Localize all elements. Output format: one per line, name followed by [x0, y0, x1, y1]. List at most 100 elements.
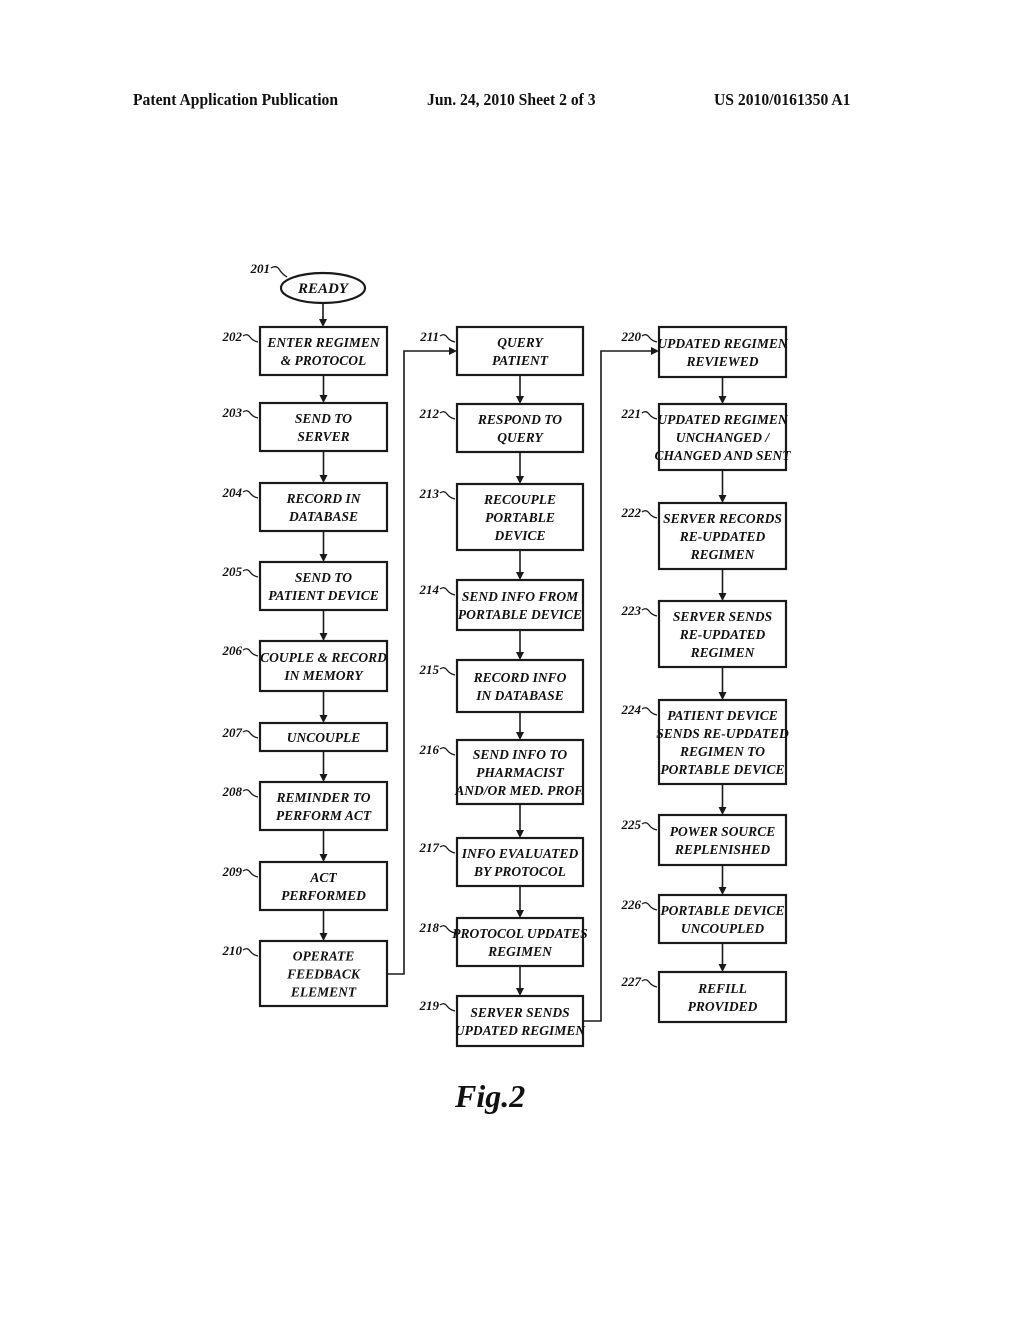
reference-number: 202: [222, 329, 243, 344]
connector-line: [583, 350, 653, 1022]
arrow-head-icon: [319, 933, 328, 941]
reference-number: 215: [419, 662, 440, 677]
reference-number: 227: [621, 974, 642, 989]
leader-line: [242, 648, 259, 657]
step-box-227: [657, 970, 788, 1024]
arrow-head-icon: [516, 572, 524, 580]
reference-number: 207: [222, 725, 243, 740]
leader-line: [439, 845, 456, 854]
step-label: RESPOND TO: [477, 412, 562, 427]
reference-number: 211: [419, 329, 439, 344]
step-label: FEEDBACK: [286, 967, 361, 982]
step-label: RECORD IN: [286, 491, 362, 506]
arrow-head-icon: [516, 652, 524, 660]
step-box-206: [258, 639, 389, 693]
reference-number: 223: [621, 603, 642, 618]
leader-line: [242, 410, 259, 419]
step-label: PERFORMED: [281, 888, 366, 903]
leader-line: [439, 747, 456, 756]
step-label: SENDS RE-UPDATED: [656, 726, 789, 741]
step-label: PORTABLE: [485, 510, 555, 525]
reference-number: 225: [621, 817, 642, 832]
step-label: PATIENT DEVICE: [667, 708, 777, 723]
step-label: & PROTOCOL: [281, 353, 367, 368]
step-label: SERVER RECORDS: [663, 511, 782, 526]
reference-number: 220: [621, 329, 642, 344]
arrow-head-icon: [718, 887, 727, 895]
leader-line: [641, 334, 658, 343]
step-label: PHARMACIST: [476, 765, 565, 780]
arrow-head-icon: [319, 715, 328, 723]
step-label: UNCOUPLE: [287, 730, 361, 745]
arrow-head-icon: [319, 554, 328, 562]
step-label: OPERATE: [293, 949, 355, 964]
step-label: UPDATED REGIMEN: [657, 412, 788, 427]
step-label: INFO EVALUATED: [461, 846, 579, 861]
step-label: UPDATED REGIMEN: [455, 1023, 586, 1038]
arrow-head-icon: [718, 495, 727, 503]
step-label: UPDATED REGIMEN: [657, 336, 788, 351]
leader-line: [242, 334, 259, 343]
step-label: SEND TO: [295, 570, 352, 585]
reference-number: 221: [621, 406, 642, 421]
arrow-head-icon: [516, 396, 524, 404]
step-label: REGIMEN: [690, 645, 756, 660]
leader-line: [641, 822, 658, 831]
reference-number: 206: [222, 643, 243, 658]
step-label: REMINDER TO: [276, 790, 371, 805]
step-label: UNCHANGED /: [676, 430, 771, 445]
arrow-head-icon: [718, 964, 727, 972]
arrow-head-icon: [516, 732, 524, 740]
arrow-head-icon: [516, 988, 524, 996]
arrow-head-icon: [718, 396, 727, 404]
reference-number: 205: [222, 564, 243, 579]
step-label: SERVER SENDS: [673, 609, 772, 624]
reference-number: 201: [250, 261, 271, 276]
reference-number: 203: [222, 405, 243, 420]
leader-line: [242, 789, 259, 798]
leader-line: [439, 667, 456, 676]
step-label: ACT: [309, 870, 337, 885]
step-box-225: [657, 813, 788, 867]
step-label: UNCOUPLED: [681, 921, 764, 936]
reference-number: 212: [419, 406, 440, 421]
reference-number: 222: [621, 505, 642, 520]
leader-line: [641, 902, 658, 911]
leader-line: [242, 569, 259, 578]
leader-line: [242, 869, 259, 878]
leader-line: [641, 510, 658, 519]
arrow-head-icon: [319, 633, 328, 641]
step-box-215: [455, 658, 585, 714]
step-label: REVIEWED: [685, 354, 758, 369]
arrow-head-icon: [319, 475, 328, 483]
arrow-head-icon: [319, 854, 328, 862]
leader-line: [439, 334, 456, 343]
step-label: IN MEMORY: [283, 668, 364, 683]
step-label: DEVICE: [493, 528, 545, 543]
step-label: PORTABLE DEVICE: [660, 762, 784, 777]
step-label: AND/OR MED. PROF.: [454, 783, 585, 798]
reference-number: 226: [621, 897, 642, 912]
step-box-214: [455, 578, 585, 632]
step-label: SEND INFO TO: [473, 747, 568, 762]
leader-line: [439, 587, 456, 596]
step-label: SEND TO: [295, 411, 352, 426]
reference-number: 208: [222, 784, 243, 799]
step-label: PORTABLE DEVICE: [660, 903, 784, 918]
step-label: REPLENISHED: [674, 842, 771, 857]
step-label: REGIMEN: [690, 547, 756, 562]
reference-number: 210: [222, 943, 243, 958]
flowchart: READY 201 ENTER REGIMEN & PROTOCOL 202 SEND T…: [222, 261, 791, 1048]
step-label: RECOUPLE: [483, 492, 556, 507]
start-label: READY: [297, 281, 350, 297]
step-label: PROVIDED: [688, 999, 758, 1014]
leader-line: [439, 411, 456, 420]
step-label: ENTER REGIMEN: [266, 335, 380, 350]
leader-line: [270, 266, 288, 278]
step-label: REGIMEN TO: [679, 744, 765, 759]
leader-line: [439, 1003, 456, 1012]
step-label: REFILL: [697, 981, 747, 996]
leader-line: [439, 491, 456, 500]
reference-number: 216: [419, 742, 440, 757]
step-label: CHANGED AND SENT: [654, 448, 791, 463]
